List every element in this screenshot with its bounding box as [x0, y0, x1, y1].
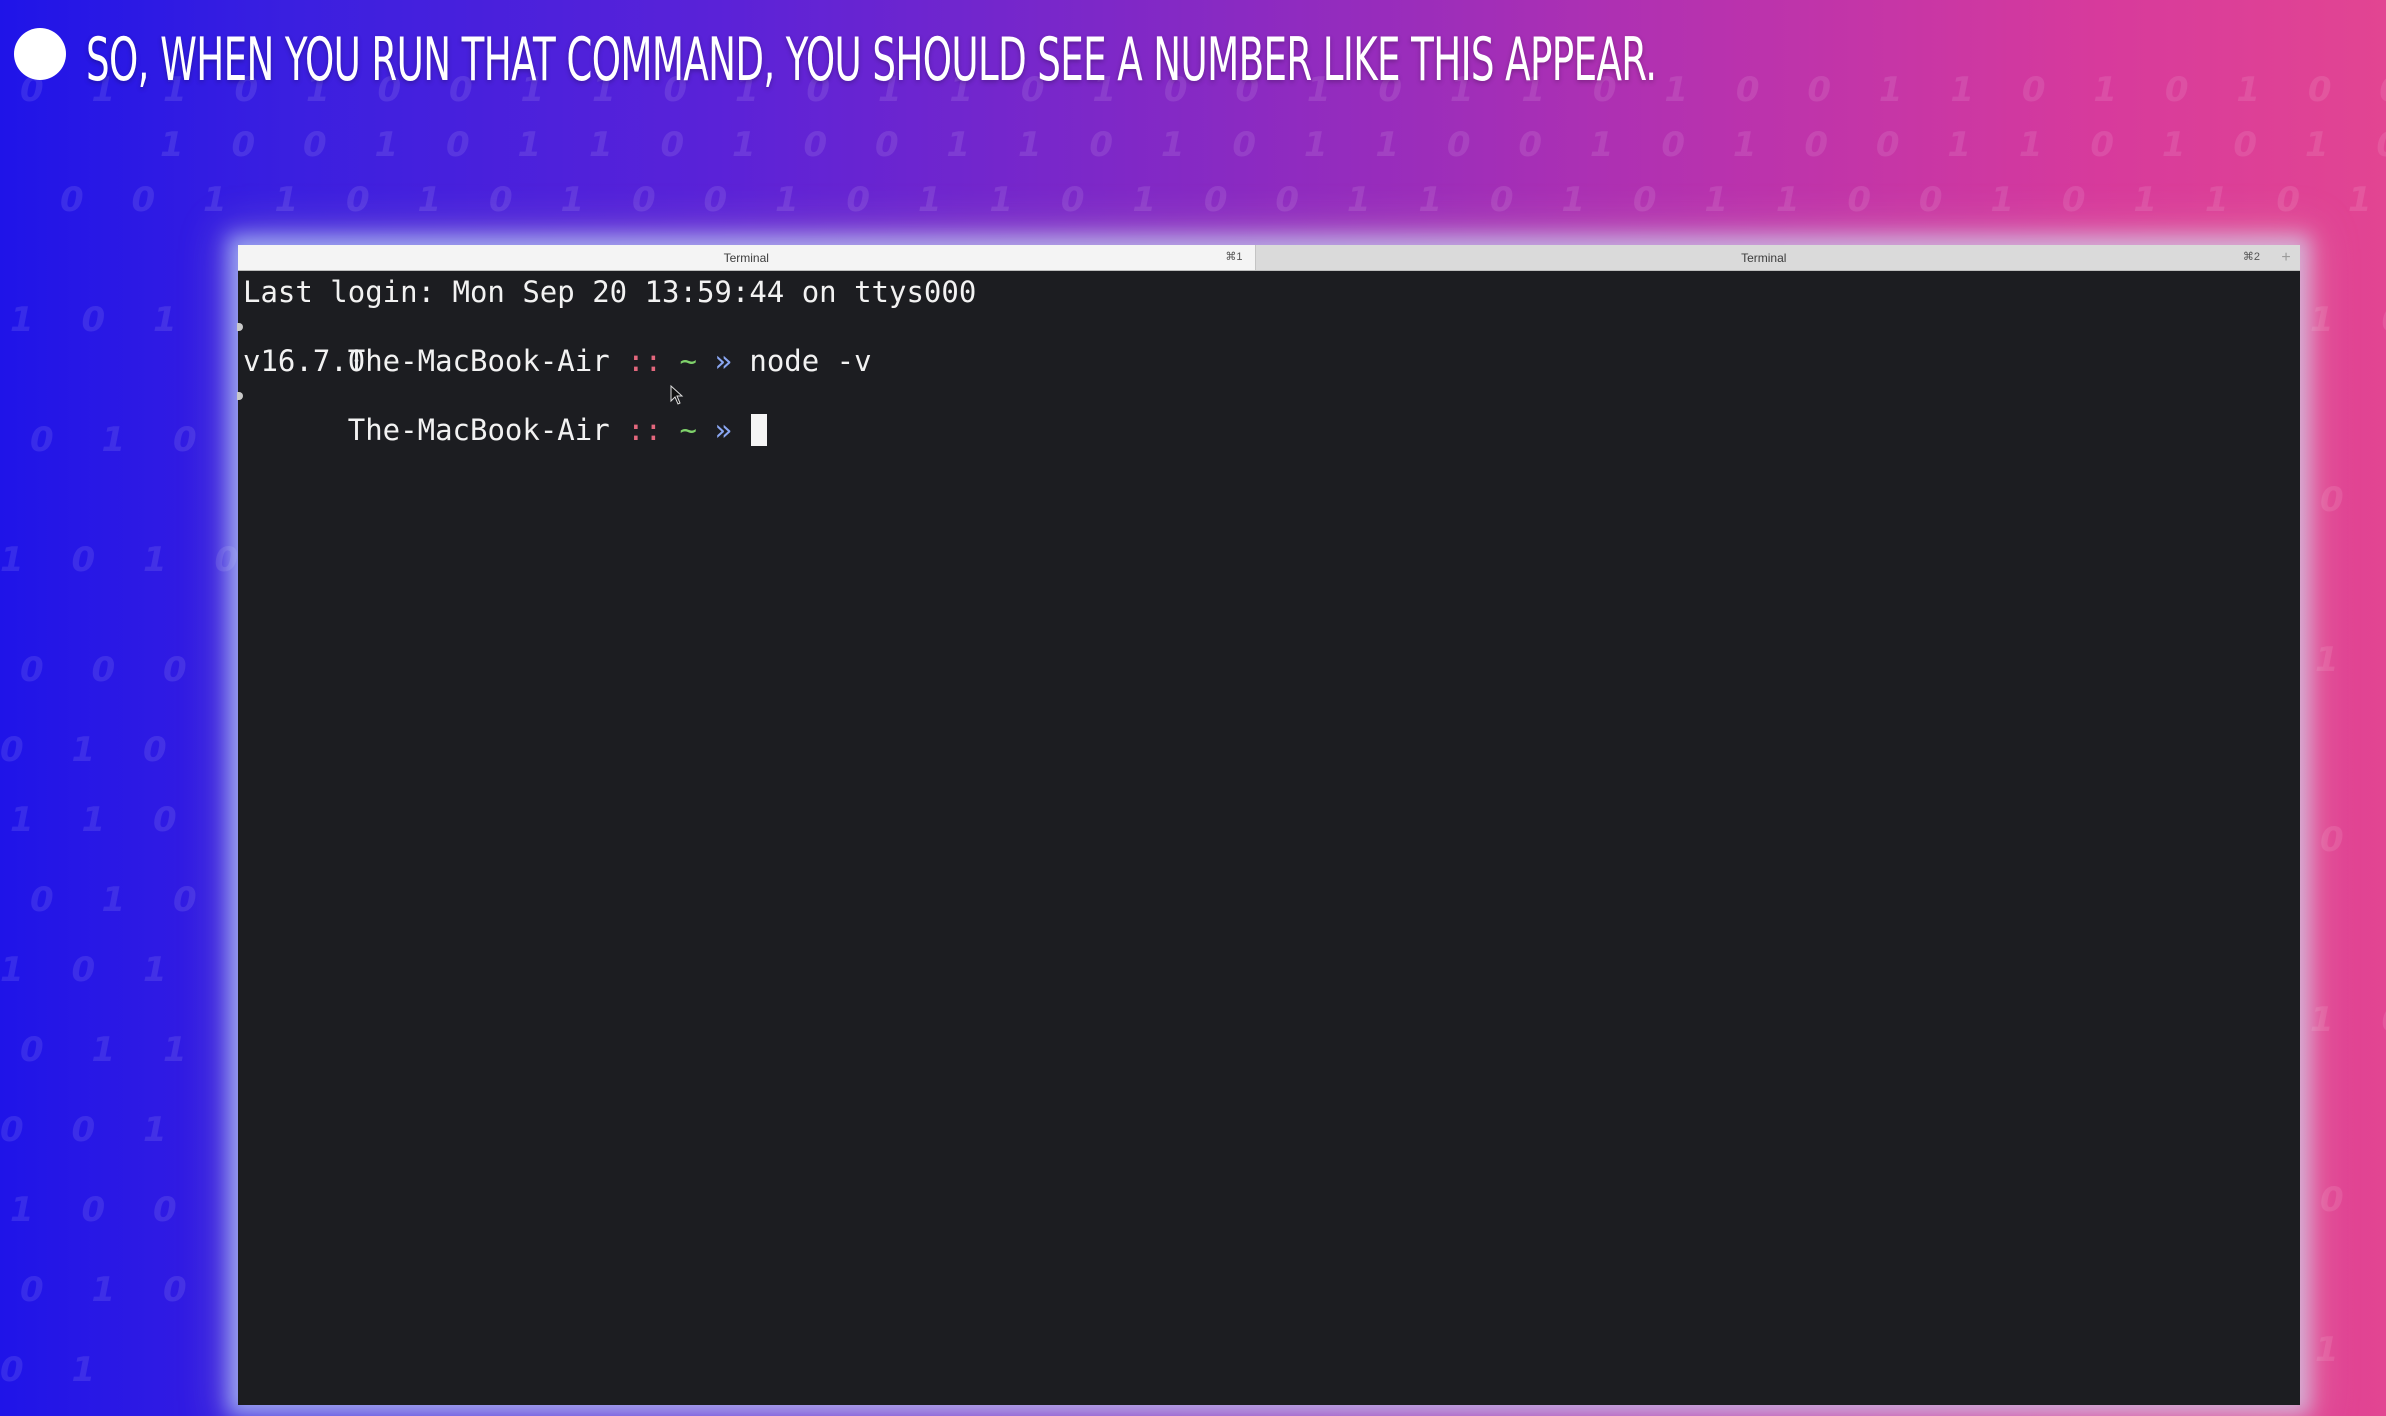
prompt-directory: ~ — [679, 413, 697, 447]
prompt-marker-icon — [237, 322, 243, 331]
new-tab-button[interactable]: + — [2272, 245, 2300, 270]
background-digit-row: 0 0 0 — [20, 650, 205, 690]
terminal-output[interactable]: Last login: Mon Sep 20 13:59:44 on ttys0… — [237, 275, 2290, 1395]
background-digit-row: 1 0 0 1 0 1 1 0 1 0 0 1 1 0 1 0 1 1 0 0 … — [160, 125, 2386, 165]
prompt-host: The-MacBook-Air — [347, 413, 610, 447]
background-digit-row: 0 1 1 — [20, 1030, 205, 1070]
caption-text: SO, WHEN YOU RUN THAT COMMAND, YOU SHOUL… — [86, 25, 1657, 95]
background-digit-row: 1 0 1 0 — [0, 540, 257, 580]
prompt-arrow: » — [696, 413, 750, 447]
tab-title: Terminal — [723, 250, 769, 265]
background-digit-row: 1 0 — [2310, 1000, 2386, 1040]
background-digit-row: 0 0 1 1 0 1 0 1 0 0 1 0 1 1 0 1 0 0 1 1 … — [60, 180, 2386, 220]
tab-terminal-1[interactable]: Terminal ⌘1 — [238, 245, 1255, 270]
prompt-line-current: The-MacBook-Air :: ~ » — [237, 379, 2290, 447]
command-output-line: v16.7.0 — [243, 344, 366, 378]
background-digit-row: 1 0 — [2315, 1330, 2386, 1370]
background-digit-row: 0 1 0 — [20, 1270, 205, 1310]
background-digit-row: 1 0 — [2310, 300, 2386, 340]
tab-shortcut: ⌘2 — [2242, 251, 2260, 263]
mouse-pointer-icon — [670, 385, 684, 405]
terminal-window: Terminal ⌘1 Terminal ⌘2 + Last login: Mo… — [237, 245, 2300, 1405]
background-digit-row: 1 0 0 — [10, 1190, 195, 1230]
background-digit-row: 0 1 — [0, 1350, 114, 1390]
background-digit-row: 0 1 — [2320, 480, 2386, 520]
background-digit-row: 0 1 0 — [30, 880, 215, 920]
background-digit-row: 1 1 0 — [10, 800, 195, 840]
tab-shortcut: ⌘1 — [1225, 251, 1243, 263]
tab-title: Terminal — [1741, 250, 1787, 265]
terminal-tab-bar: Terminal ⌘1 Terminal ⌘2 + — [238, 245, 2300, 271]
background-digit-row: 0 1 — [2320, 1180, 2386, 1220]
background-digit-row: 1 0 — [2315, 640, 2386, 680]
background-digit-row: 0 1 0 — [0, 730, 185, 770]
bullet-icon — [14, 28, 66, 80]
background-digit-row: 0 1 0 — [30, 420, 215, 460]
background-digit-row: 1 0 1 — [10, 300, 195, 340]
text-cursor[interactable] — [751, 414, 768, 446]
tab-terminal-2[interactable]: Terminal ⌘2 — [1254, 245, 2272, 270]
background-digit-row: 1 0 1 — [0, 950, 185, 990]
caption-bar: SO, WHEN YOU RUN THAT COMMAND, YOU SHOUL… — [14, 10, 2366, 110]
background-digit-row: 0 0 1 — [0, 1110, 185, 1150]
prompt-marker-icon — [237, 391, 243, 400]
prompt-separator: :: — [609, 413, 680, 447]
background-digit-row: 0 1 — [2320, 820, 2386, 860]
last-login-line: Last login: Mon Sep 20 13:59:44 on ttys0… — [243, 275, 977, 309]
prompt-line: The-MacBook-Air :: ~ » node -v — [237, 310, 2290, 378]
